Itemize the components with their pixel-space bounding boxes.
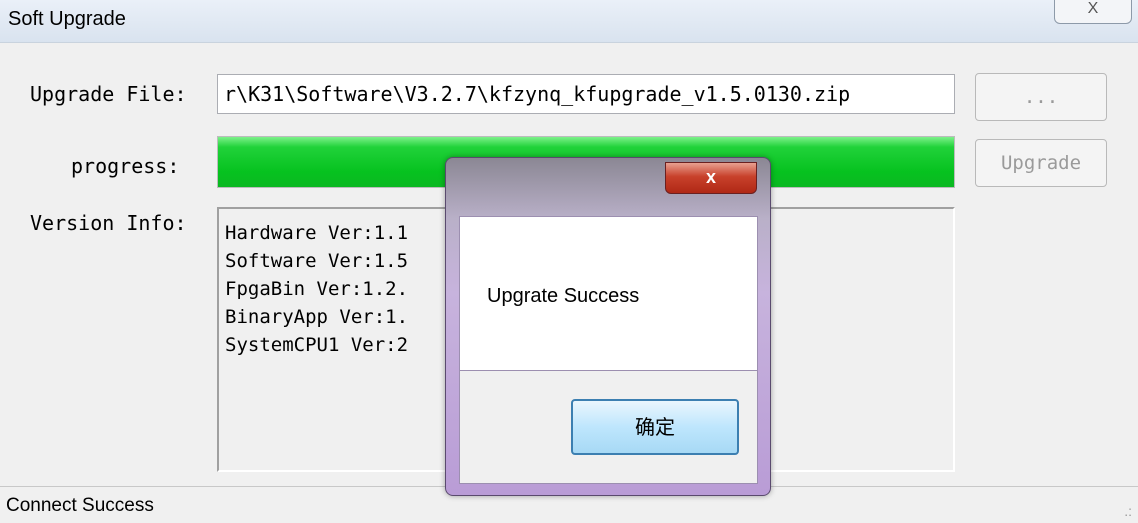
progress-label: progress: <box>71 154 180 178</box>
window-close-button[interactable]: X <box>1054 0 1132 24</box>
dialog-footer: 确定 <box>459 371 758 484</box>
browse-button[interactable]: ... <box>975 73 1107 121</box>
resize-grip-icon[interactable]: .: <box>1124 503 1132 519</box>
close-icon: x <box>705 167 716 187</box>
window-title: Soft Upgrade <box>8 8 126 30</box>
version-info-label: Version Info: <box>30 211 187 235</box>
dialog-message: Upgrate Success <box>487 285 640 307</box>
close-icon: X <box>1087 0 1099 17</box>
upgrade-file-label: Upgrade File: <box>30 82 187 106</box>
title-bar: Soft Upgrade X <box>0 0 1138 43</box>
upgrade-button[interactable]: Upgrade <box>975 139 1107 187</box>
status-text: Connect Success <box>6 495 154 516</box>
upgrade-file-input[interactable]: r\K31\Software\V3.2.7\kfzynq_kfupgrade_v… <box>217 74 955 114</box>
dialog-body: Upgrate Success <box>459 216 758 371</box>
ok-button[interactable]: 确定 <box>571 399 739 455</box>
message-dialog: x Upgrate Success 确定 <box>445 157 771 496</box>
dialog-close-button[interactable]: x <box>665 162 757 194</box>
